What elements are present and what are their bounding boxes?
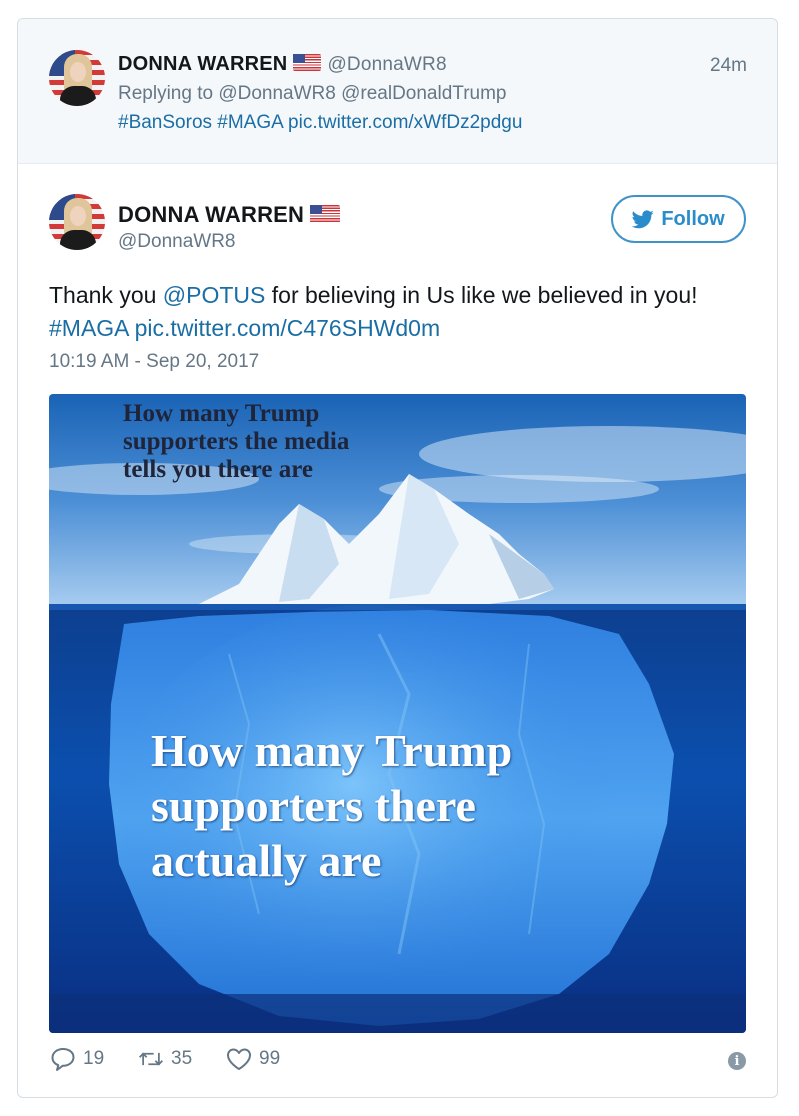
parent-tweet[interactable]: DONNA WARREN @DonnaWR8 24m Replying to @D… (18, 19, 777, 164)
us-flag-icon (293, 54, 322, 71)
image-caption-main: How many Trump supporters there actually… (151, 725, 513, 886)
parent-time-ago[interactable]: 24m (710, 55, 747, 77)
retweet-icon (139, 1052, 163, 1066)
tweet-text: Thank you @POTUS for believing in Us lik… (49, 279, 769, 345)
info-glyph: i (734, 1053, 740, 1069)
avatar[interactable] (49, 50, 105, 106)
author-handle[interactable]: @DonnaWR8 (118, 231, 236, 253)
like-count: 99 (259, 1048, 281, 1069)
info-icon[interactable]: i (728, 1052, 746, 1070)
like-button[interactable]: 99 (225, 1046, 280, 1072)
like-icon (227, 1048, 251, 1070)
tweet-text-start: Thank you (49, 282, 163, 308)
twitter-bird-icon (632, 209, 654, 228)
follow-button[interactable]: Follow (611, 195, 746, 243)
parent-display-name[interactable]: DONNA WARREN (118, 53, 287, 75)
tweet-actions: 19 35 99 i (49, 1046, 746, 1076)
avatar[interactable] (49, 194, 105, 250)
parent-author-line[interactable]: DONNA WARREN @DonnaWR8 (118, 53, 447, 76)
reply-icon (51, 1048, 75, 1071)
reply-button[interactable]: 19 (49, 1046, 104, 1072)
author-name-line[interactable]: DONNA WARREN (118, 202, 341, 228)
retweet-button[interactable]: 35 (137, 1046, 192, 1072)
reply-count: 19 (83, 1048, 105, 1069)
hashtag-and-pic-link[interactable]: #MAGA pic.twitter.com/C476SHWd0m (49, 315, 440, 341)
image-caption-top: How many Trump supporters the media tell… (123, 400, 350, 483)
replying-to[interactable]: Replying to @DonnaWR8 @realDonaldTrump (118, 83, 506, 105)
tweet-image[interactable]: How many Trump supporters the media tell… (49, 394, 746, 1033)
parent-handle[interactable]: @DonnaWR8 (327, 54, 446, 75)
retweet-count: 35 (171, 1048, 193, 1069)
author-display-name[interactable]: DONNA WARREN (118, 202, 304, 227)
iceberg-illustration (49, 394, 746, 1033)
tweet-timestamp[interactable]: 10:19 AM - Sep 20, 2017 (49, 351, 259, 373)
mention-link[interactable]: @POTUS (163, 282, 266, 308)
tweet-text-rest: for believing in Us like we believed in … (265, 282, 698, 308)
follow-label: Follow (661, 207, 725, 230)
parent-tweet-text[interactable]: #BanSoros #MAGA pic.twitter.com/xWfDz2pd… (118, 112, 522, 134)
us-flag-icon (310, 205, 341, 223)
embedded-tweet-card: DONNA WARREN @DonnaWR8 24m Replying to @D… (17, 18, 778, 1098)
